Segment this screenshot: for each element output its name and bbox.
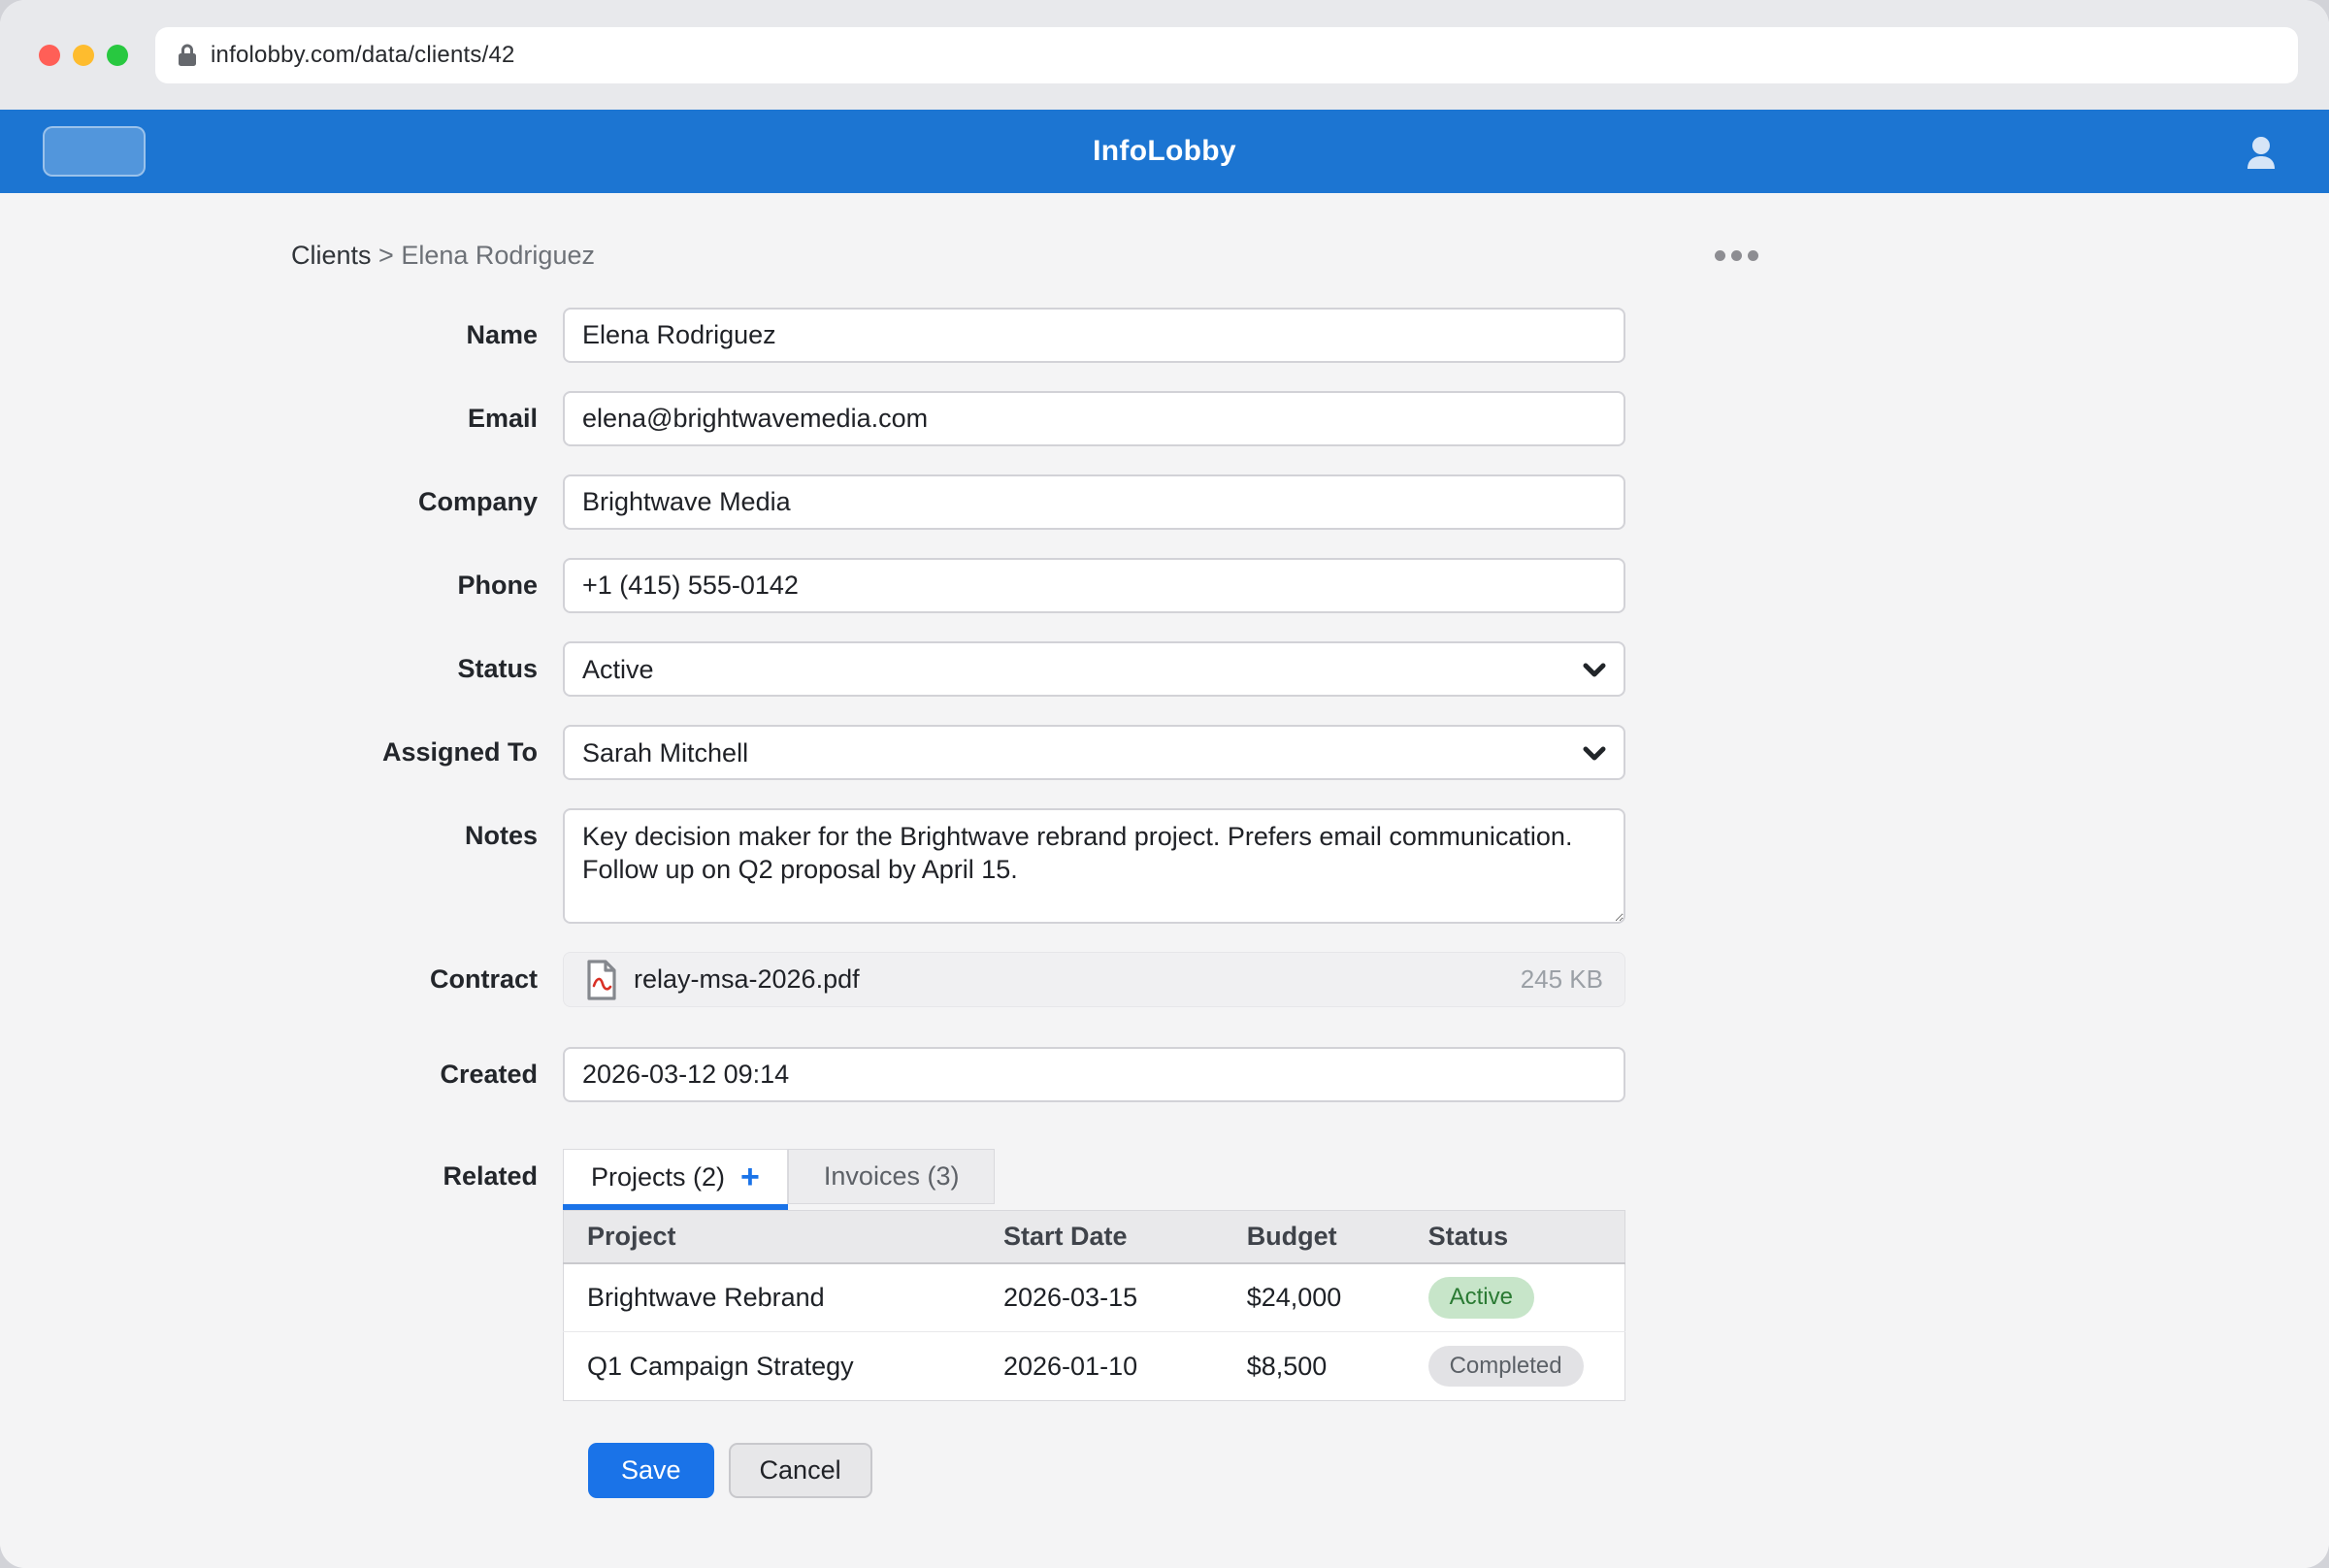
save-button[interactable]: Save xyxy=(588,1443,714,1498)
cell-budget: $8,500 xyxy=(1224,1332,1405,1401)
email-input[interactable] xyxy=(563,391,1625,446)
close-button[interactable] xyxy=(39,45,60,66)
status-badge: Completed xyxy=(1428,1346,1584,1388)
add-related-button[interactable]: + xyxy=(740,1160,760,1193)
phone-input[interactable] xyxy=(563,558,1625,613)
created-label: Created xyxy=(291,1047,563,1102)
contract-attachment[interactable]: relay-msa-2026.pdf 245 KB xyxy=(563,952,1625,1007)
cell-start-date: 2026-01-10 xyxy=(980,1332,1224,1401)
cell-budget: $24,000 xyxy=(1224,1263,1405,1332)
assigned-to-label: Assigned To xyxy=(291,725,563,780)
url-bar[interactable]: infolobby.com/data/clients/42 xyxy=(155,27,2298,83)
ellipsis-icon xyxy=(1715,250,1725,261)
status-badge: Active xyxy=(1428,1277,1534,1319)
email-label: Email xyxy=(291,391,563,446)
tab-projects-label: Projects (2) xyxy=(591,1162,725,1192)
related-label: Related xyxy=(291,1149,563,1401)
field-row-company: Company xyxy=(291,474,2329,530)
tab-projects[interactable]: Projects (2) + xyxy=(563,1149,788,1204)
field-row-email: Email xyxy=(291,391,2329,446)
phone-label: Phone xyxy=(291,558,563,613)
field-row-assigned: Assigned To Sarah Mitchell xyxy=(291,725,2329,780)
column-header-status: Status xyxy=(1405,1211,1625,1263)
name-label: Name xyxy=(291,308,563,363)
table-row[interactable]: Brightwave Rebrand 2026-03-15 $24,000 Ac… xyxy=(564,1263,1625,1332)
pdf-file-icon xyxy=(585,959,618,1001)
breadcrumb: Clients > Elena Rodriguez xyxy=(291,241,595,271)
nav-button[interactable] xyxy=(43,126,146,177)
status-select[interactable]: Active xyxy=(563,641,1625,697)
browser-window: infolobby.com/data/clients/42 InfoLobby … xyxy=(0,0,2329,1568)
field-row-name: Name xyxy=(291,308,2329,363)
app-title: InfoLobby xyxy=(1093,135,1236,168)
notes-label: Notes xyxy=(291,808,563,924)
breadcrumb-current: Elena Rodriguez xyxy=(401,241,595,270)
zoom-button[interactable] xyxy=(107,45,128,66)
browser-chrome: infolobby.com/data/clients/42 xyxy=(0,0,2329,110)
projects-table: Project Start Date Budget Status Brightw… xyxy=(563,1210,1625,1401)
main-content: Clients > Elena Rodriguez Name Email Com… xyxy=(0,193,2329,1568)
status-label: Status xyxy=(291,641,563,697)
company-label: Company xyxy=(291,474,563,530)
column-header-project: Project xyxy=(564,1211,980,1263)
cell-project: Brightwave Rebrand xyxy=(564,1263,980,1332)
breadcrumb-separator: > xyxy=(378,241,394,270)
cancel-button[interactable]: Cancel xyxy=(729,1443,872,1498)
notes-textarea[interactable]: Key decision maker for the Brightwave re… xyxy=(563,808,1625,924)
lock-icon xyxy=(177,43,198,68)
more-options-button[interactable] xyxy=(1707,243,1766,269)
cell-start-date: 2026-03-15 xyxy=(980,1263,1224,1332)
field-row-contract: Contract relay-msa-2026.pdf 245 KB xyxy=(291,952,2329,1007)
minimize-button[interactable] xyxy=(73,45,94,66)
app-header: InfoLobby xyxy=(0,110,2329,193)
name-input[interactable] xyxy=(563,308,1625,363)
assigned-to-select[interactable]: Sarah Mitchell xyxy=(563,725,1625,780)
company-input[interactable] xyxy=(563,474,1625,530)
field-row-created: Created xyxy=(291,1047,2329,1102)
cell-project: Q1 Campaign Strategy xyxy=(564,1332,980,1401)
created-input[interactable] xyxy=(563,1047,1625,1102)
tab-invoices-label: Invoices (3) xyxy=(824,1161,960,1192)
person-icon xyxy=(2242,134,2280,173)
tab-invoices[interactable]: Invoices (3) xyxy=(788,1149,996,1204)
table-row[interactable]: Q1 Campaign Strategy 2026-01-10 $8,500 C… xyxy=(564,1332,1625,1401)
url-text: infolobby.com/data/clients/42 xyxy=(211,42,515,69)
field-row-notes: Notes Key decision maker for the Brightw… xyxy=(291,808,2329,924)
form-actions: Save Cancel xyxy=(588,1443,2329,1498)
contract-filesize: 245 KB xyxy=(1521,964,1603,995)
field-row-phone: Phone xyxy=(291,558,2329,613)
contract-label: Contract xyxy=(291,952,563,1007)
table-header-row: Project Start Date Budget Status xyxy=(564,1211,1625,1263)
field-row-related: Related Projects (2) + Invoices (3) Proj… xyxy=(291,1149,2329,1401)
breadcrumb-clients-link[interactable]: Clients xyxy=(291,241,372,270)
window-controls xyxy=(39,45,128,66)
column-header-budget: Budget xyxy=(1224,1211,1405,1263)
field-row-status: Status Active xyxy=(291,641,2329,697)
column-header-start-date: Start Date xyxy=(980,1211,1224,1263)
user-button[interactable] xyxy=(2240,132,2282,175)
related-tabs: Projects (2) + Invoices (3) xyxy=(563,1149,1625,1204)
contract-filename: relay-msa-2026.pdf xyxy=(634,964,860,995)
